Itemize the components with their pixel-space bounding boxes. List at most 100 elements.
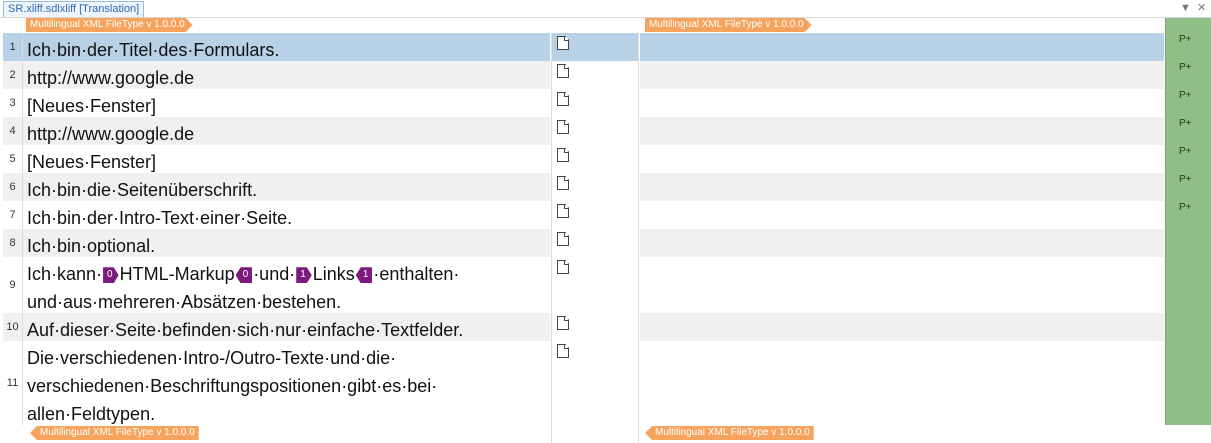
source-text: [Neues·Fenster]: [27, 152, 157, 172]
target-segment[interactable]: [640, 257, 1164, 313]
origin-badge: P+: [1179, 118, 1192, 129]
source-segment[interactable]: [Neues·Fenster]: [23, 89, 550, 117]
segment-row[interactable]: 6 Ich·bin·die·Seitenüberschrift. P+: [0, 173, 1211, 201]
segment-status-cell[interactable]: [551, 313, 639, 341]
source-segment[interactable]: Ich·bin·der·Intro-Text·einer·Seite.: [23, 201, 550, 229]
target-file-close-tag: Multilingual XML FileType v 1.0.0.0: [645, 426, 814, 440]
source-text: Auf·dieser·Seite·befinden·sich·nur·einfa…: [27, 320, 464, 340]
segment-row[interactable]: 10 Auf·dieser·Seite·befinden·sich·nur·ein…: [0, 313, 1211, 341]
segment-origin-cell: [1165, 257, 1211, 313]
segment-status-cell[interactable]: [551, 33, 639, 61]
file-footer-row: Multilingual XML FileType v 1.0.0.0 Mult…: [0, 425, 1211, 443]
document-icon: [557, 344, 569, 358]
target-segment[interactable]: [640, 341, 1164, 425]
target-segment[interactable]: [640, 229, 1164, 257]
target-segment[interactable]: [640, 89, 1164, 117]
source-segment[interactable]: http://www.google.de: [23, 117, 550, 145]
origin-badge: P+: [1179, 202, 1192, 213]
segment-status-cell[interactable]: [551, 117, 639, 145]
source-line: verschiedenen·Beschriftungspositionen·gi…: [27, 372, 546, 400]
segment-number: 7: [3, 201, 23, 229]
segment-origin-cell: [1165, 313, 1211, 341]
segment-status-cell[interactable]: [551, 229, 639, 257]
target-segment[interactable]: [640, 201, 1164, 229]
source-file-close-tag: Multilingual XML FileType v 1.0.0.0: [30, 426, 199, 440]
segment-row[interactable]: 9 Ich·kann· 0 HTML-Markup 0 ·und· 1 Links 1 ·enth…: [0, 257, 1211, 313]
document-icon: [557, 176, 569, 190]
placeholder-tag-open[interactable]: 1: [296, 267, 312, 283]
status-column-header: [1165, 18, 1211, 33]
segment-origin-cell: P+: [1165, 33, 1211, 61]
segment-row[interactable]: 11 Die·verschiedenen·Intro-/Outro-Texte·u…: [0, 341, 1211, 425]
source-segment[interactable]: [Neues·Fenster]: [23, 145, 550, 173]
target-segment[interactable]: [640, 173, 1164, 201]
segment-origin-cell: P+: [1165, 61, 1211, 89]
source-segment[interactable]: Ich·bin·optional.: [23, 229, 550, 257]
source-text: und·aus·mehreren·Absätzen·bestehen.: [27, 292, 342, 312]
placeholder-tag-open[interactable]: 0: [103, 267, 119, 283]
segment-status-cell[interactable]: [551, 257, 639, 313]
segment-status-cell[interactable]: [551, 145, 639, 173]
target-segment[interactable]: [640, 33, 1164, 61]
segment-number: 10: [3, 313, 23, 341]
segment-origin-cell: P+: [1165, 89, 1211, 117]
segment-status-cell[interactable]: [551, 89, 639, 117]
document-tab-bar: SR.xliff.sdlxliff [Translation] ▼ ✕: [0, 0, 1211, 18]
segment-row[interactable]: 8 Ich·bin·optional.: [0, 229, 1211, 257]
source-text: allen·Feldtypen.: [27, 404, 156, 424]
segment-row[interactable]: 5 [Neues·Fenster] P+: [0, 145, 1211, 173]
origin-badge: P+: [1179, 34, 1192, 45]
segment-number: 3: [3, 89, 23, 117]
source-line: und·aus·mehreren·Absätzen·bestehen.: [27, 288, 546, 316]
target-segment[interactable]: [640, 145, 1164, 173]
origin-badge: P+: [1179, 146, 1192, 157]
source-line: http://www.google.de: [27, 64, 546, 92]
segment-row[interactable]: 3 [Neues·Fenster] P+: [0, 89, 1211, 117]
placeholder-tag-close[interactable]: 1: [355, 267, 373, 284]
source-segment[interactable]: Ich·bin·der·Titel·des·Formulars.: [23, 33, 550, 61]
document-icon: [557, 316, 569, 330]
origin-badge: P+: [1179, 62, 1192, 73]
document-icon: [557, 148, 569, 162]
segment-origin-cell: P+: [1165, 201, 1211, 229]
document-icon: [557, 36, 569, 50]
source-text: Ich·bin·der·Intro-Text·einer·Seite.: [27, 208, 293, 228]
segment-origin-cell: [1165, 229, 1211, 257]
segment-row[interactable]: 1 Ich·bin·der·Titel·des·Formulars. P+: [0, 33, 1211, 61]
segment-row[interactable]: 2 http://www.google.de P+: [0, 61, 1211, 89]
segment-number: 5: [3, 145, 23, 173]
segment-number: 2: [3, 61, 23, 89]
source-line: Ich·kann· 0 HTML-Markup 0 ·und· 1 Links 1 ·entha…: [27, 260, 546, 288]
source-text: ·enthalten·: [373, 264, 460, 284]
segment-status-cell[interactable]: [551, 61, 639, 89]
document-tab[interactable]: SR.xliff.sdlxliff [Translation]: [3, 1, 145, 17]
source-file-open-tag: Multilingual XML FileType v 1.0.0.0: [26, 18, 193, 32]
source-segment[interactable]: http://www.google.de: [23, 61, 550, 89]
source-segment[interactable]: Auf·dieser·Seite·befinden·sich·nur·einfa…: [23, 313, 550, 341]
placeholder-tag-close[interactable]: 0: [235, 267, 253, 284]
segment-status-cell[interactable]: [551, 341, 639, 425]
target-segment[interactable]: [640, 117, 1164, 145]
source-line: [Neues·Fenster]: [27, 92, 546, 120]
source-line: allen·Feldtypen.: [27, 400, 546, 428]
segment-row[interactable]: 7 Ich·bin·der·Intro-Text·einer·Seite. P+: [0, 201, 1211, 229]
source-line: Ich·bin·die·Seitenüberschrift.: [27, 176, 546, 204]
source-segment[interactable]: Ich·bin·die·Seitenüberschrift.: [23, 173, 550, 201]
segment-status-cell[interactable]: [551, 173, 639, 201]
source-text: http://www.google.de: [27, 124, 195, 144]
document-icon: [557, 92, 569, 106]
source-segment[interactable]: Die·verschiedenen·Intro-/Outro-Texte·und…: [23, 341, 550, 425]
source-line: Ich·bin·optional.: [27, 232, 546, 260]
close-icon[interactable]: ✕: [1197, 0, 1206, 16]
tab-dropdown-icon[interactable]: ▼: [1180, 0, 1191, 16]
document-icon: [557, 260, 569, 274]
source-line: [Neues·Fenster]: [27, 148, 546, 176]
source-segment[interactable]: Ich·kann· 0 HTML-Markup 0 ·und· 1 Links 1 ·entha…: [23, 257, 550, 313]
source-text: HTML-Markup: [119, 264, 235, 284]
segment-origin-cell: [1165, 341, 1211, 425]
segment-status-cell[interactable]: [551, 201, 639, 229]
source-line: Die·verschiedenen·Intro-/Outro-Texte·und…: [27, 344, 546, 372]
target-segment[interactable]: [640, 61, 1164, 89]
segment-row[interactable]: 4 http://www.google.de P+: [0, 117, 1211, 145]
target-segment[interactable]: [640, 313, 1164, 341]
